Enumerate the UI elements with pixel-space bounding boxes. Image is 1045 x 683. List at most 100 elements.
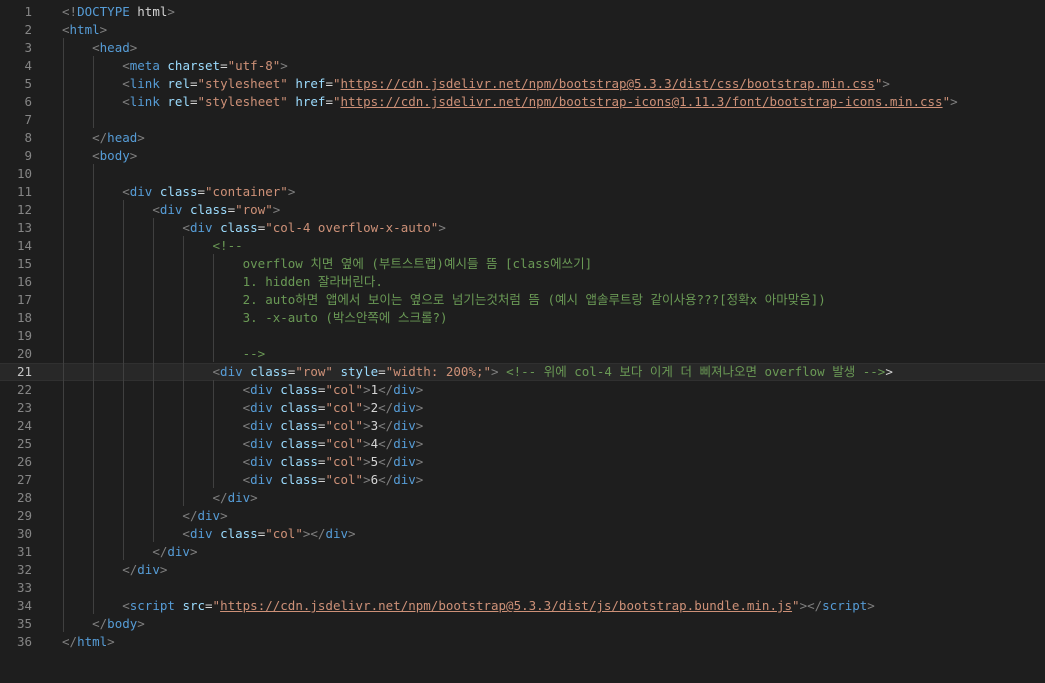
code-token: </: [310, 526, 326, 541]
code-line[interactable]: 5 <link rel="stylesheet" href="https://c…: [0, 75, 1045, 93]
code-token: 2: [370, 400, 379, 415]
code-token: div: [393, 400, 416, 415]
line-number: 23: [16, 400, 32, 415]
code-line[interactable]: 35 </body>: [0, 615, 1045, 633]
code-line[interactable]: 19: [0, 327, 1045, 345]
code-line[interactable]: 1 <!DOCTYPE html>: [0, 3, 1045, 21]
code-line[interactable]: 29 </div>: [0, 507, 1045, 525]
line-number: 21: [16, 364, 32, 379]
line-number: 11: [16, 184, 32, 199]
code-token: >: [415, 472, 424, 487]
code-token[interactable]: https://cdn.jsdelivr.net/npm/bootstrap@5…: [220, 598, 792, 613]
code-line[interactable]: 14 <!--: [0, 237, 1045, 255]
code-text: <div class="row" style="width: 200%;"> <…: [62, 363, 893, 381]
code-token[interactable]: https://cdn.jsdelivr.net/npm/bootstrap-i…: [341, 94, 943, 109]
indent-guide: [153, 218, 154, 542]
code-line[interactable]: 18 3. -x-auto (박스안쪽에 스크롤?): [0, 309, 1045, 327]
code-line[interactable]: 15 overflow 치면 옆에 (부트스트랩)예시들 뜸 [class에쓰기…: [0, 255, 1045, 273]
code-token: >: [415, 400, 424, 415]
code-token: >: [137, 130, 145, 145]
code-text: 3. -x-auto (박스안쪽에 스크롤?): [62, 309, 448, 327]
indent-guide: [93, 56, 94, 128]
code-token: "utf-8": [227, 58, 281, 73]
code-token[interactable]: https://cdn.jsdelivr.net/npm/bootstrap@5…: [341, 76, 875, 91]
code-line[interactable]: 6 <link rel="stylesheet" href="https://c…: [0, 93, 1045, 111]
code-token: =: [197, 184, 206, 199]
code-token: =: [189, 94, 198, 109]
code-token: 3: [370, 418, 379, 433]
code-line[interactable]: 17 2. auto하면 앱에서 보이는 옆으로 넘기는것처럼 뜸 (예시 앱솔…: [0, 291, 1045, 309]
code-line[interactable]: 32 </div>: [0, 561, 1045, 579]
code-line[interactable]: 26 <div class="col">5</div>: [0, 453, 1045, 471]
code-token: >: [159, 562, 168, 577]
code-token: class: [280, 454, 318, 469]
code-token: class: [159, 184, 198, 199]
code-line[interactable]: 2 <html>: [0, 21, 1045, 39]
code-token: >: [363, 454, 371, 469]
code-line[interactable]: 12 <div class="row">: [0, 201, 1045, 219]
code-line[interactable]: 9 <body>: [0, 147, 1045, 165]
code-token: class: [220, 526, 258, 541]
code-line[interactable]: 16 1. hidden 잘라버린다.: [0, 273, 1045, 291]
code-text: <link rel="stylesheet" href="https://cdn…: [62, 93, 957, 111]
code-token: rel: [167, 76, 190, 91]
code-line[interactable]: 7: [0, 111, 1045, 129]
code-line[interactable]: 36 </html>: [0, 633, 1045, 651]
code-token: div: [393, 382, 416, 397]
code-line[interactable]: 30 <div class="col"></div>: [0, 525, 1045, 543]
code-token: ": [942, 94, 951, 109]
code-line[interactable]: 8 </head>: [0, 129, 1045, 147]
code-token: =: [325, 76, 333, 91]
code-token: >: [280, 58, 288, 73]
code-token: </: [378, 418, 394, 433]
code-token: class: [280, 400, 318, 415]
code-text: </head>: [62, 129, 145, 147]
code-line[interactable]: 22 <div class="col">1</div>: [0, 381, 1045, 399]
code-text: <div class="col">1</div>: [62, 381, 424, 399]
code-token: meta: [129, 58, 160, 73]
code-token: >: [363, 436, 371, 451]
code-line[interactable]: 28 </div>: [0, 489, 1045, 507]
code-token: head: [99, 40, 130, 55]
code-line[interactable]: 11 <div class="container">: [0, 183, 1045, 201]
code-token: "col": [325, 436, 364, 451]
line-number: 29: [16, 508, 32, 523]
code-line[interactable]: 13 <div class="col-4 overflow-x-auto">: [0, 219, 1045, 237]
code-editor[interactable]: 36 </html> 35 </body> 34 <script src="https…: [0, 0, 1045, 683]
code-token: div: [250, 382, 273, 397]
code-token: 4: [370, 436, 379, 451]
code-line[interactable]: 10: [0, 165, 1045, 183]
code-token: =: [378, 364, 386, 379]
code-token: =: [220, 58, 228, 73]
code-token: >: [99, 22, 108, 37]
code-token: >: [348, 526, 356, 541]
line-number: 16: [16, 274, 32, 289]
code-token: div: [227, 490, 251, 505]
code-line[interactable]: 20 -->: [0, 345, 1045, 363]
code-text: </div>: [62, 507, 227, 525]
code-token: <: [122, 58, 130, 73]
code-line[interactable]: 33: [0, 579, 1045, 597]
code-line[interactable]: 23 <div class="col">2</div>: [0, 399, 1045, 417]
code-line[interactable]: 21 <div class="row" style="width: 200%;"…: [0, 363, 1045, 381]
code-line[interactable]: 4 <meta charset="utf-8">: [0, 57, 1045, 75]
code-text: overflow 치면 옆에 (부트스트랩)예시들 뜸 [class에쓰기]: [62, 255, 593, 273]
code-token: </: [378, 382, 394, 397]
code-line[interactable]: 31 </div>: [0, 543, 1045, 561]
code-token: div: [250, 400, 273, 415]
line-number: 27: [16, 472, 32, 487]
code-line[interactable]: 3 <head>: [0, 39, 1045, 57]
code-token: div: [250, 436, 273, 451]
code-token: "stylesheet": [197, 76, 288, 91]
code-line[interactable]: 34 <script src="https://cdn.jsdelivr.net…: [0, 597, 1045, 615]
code-line[interactable]: 24 <div class="col">3</div>: [0, 417, 1045, 435]
code-token: >: [272, 202, 281, 217]
code-line[interactable]: 25 <div class="col">4</div>: [0, 435, 1045, 453]
line-number: 22: [16, 382, 32, 397]
code-line[interactable]: 27 <div class="col">6</div>: [0, 471, 1045, 489]
